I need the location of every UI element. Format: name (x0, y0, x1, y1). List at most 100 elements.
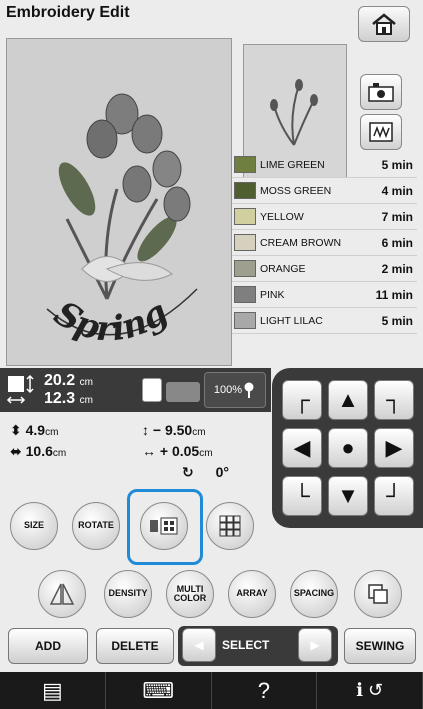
design-height-value: 12.3 (44, 390, 76, 407)
select-group: ◀ SELECT ▶ (178, 626, 338, 666)
spacing-button[interactable]: SPACING (290, 570, 338, 618)
color-name: LIGHT LILAC (260, 314, 323, 327)
pattern-width: ⬌ 10.6cm (10, 443, 66, 460)
color-row[interactable]: LIME GREEN 5 min (232, 152, 417, 178)
color-time: 11 min (375, 287, 413, 302)
add-button[interactable]: ADD (8, 628, 88, 664)
rotation-icon: ↻ (182, 464, 194, 480)
design-size-bar: 20.2 cm 12.3 cm 100% (0, 368, 271, 412)
move-up-left-button[interactable]: ┌ (282, 380, 322, 420)
camera-icon (368, 83, 394, 102)
color-row[interactable]: LIGHT LILAC 5 min (232, 308, 417, 334)
sewing-button[interactable]: SEWING (344, 628, 416, 664)
density-button[interactable]: DENSITY (104, 570, 152, 618)
horizontal-offset-icon: ↔ (142, 443, 156, 459)
color-name: ORANGE (260, 262, 306, 275)
design-width: 20.2 cm (44, 372, 93, 390)
sewing-machine-icon: ⌨ (142, 677, 174, 703)
preview-text: Spring (47, 292, 175, 349)
select-previous-button[interactable]: ◀ (182, 628, 216, 662)
color-swatch (234, 208, 256, 225)
color-name: LIME GREEN (260, 158, 325, 171)
color-time: 6 min (381, 235, 413, 250)
position-info: ⬍ 4.9cm ⬌ 10.6cm ↕ − 9.50cm ↔ + 0.05cm ↻… (6, 412, 270, 496)
thread-color-list: LIME GREEN 5 min MOSS GREEN 4 min YELLOW… (232, 152, 417, 334)
color-row[interactable]: YELLOW 7 min (232, 204, 417, 230)
embroidery-unit-button[interactable]: ⌨ (106, 672, 212, 709)
footer-bar: ▤ ⌨ ? ℹ ↺ (0, 672, 423, 709)
move-pad: ┌ ▲ ┐ ◀ ● ▶ └ ▼ ┘ (272, 368, 423, 528)
unit-label: cm (52, 448, 67, 459)
color-row[interactable]: PINK 11 min (232, 282, 417, 308)
select-label: SELECT (222, 638, 270, 652)
move-down-left-button[interactable]: └ (282, 476, 322, 516)
move-center-button[interactable]: ● (328, 428, 368, 468)
unit-label: cm (79, 395, 93, 406)
settings-button[interactable]: ▤ (0, 672, 106, 709)
color-row[interactable]: MOSS GREEN 4 min (232, 178, 417, 204)
duplicate-icon (368, 584, 388, 604)
unit-label: cm (199, 448, 213, 459)
rotate-button-label: ROTATE (78, 520, 114, 531)
color-name: CREAM BROWN (260, 236, 342, 249)
vertical-size-icon: ⬍ (10, 422, 22, 438)
border-button[interactable] (206, 502, 254, 550)
color-name: MOSS GREEN (260, 184, 332, 197)
color-time: 5 min (381, 313, 413, 328)
delete-button-label: DELETE (111, 639, 159, 653)
info-button[interactable]: ℹ ↺ (317, 672, 423, 709)
horizontal-offset-value: + 0.05 (159, 443, 200, 459)
camera-button[interactable] (360, 74, 402, 110)
info-icon: ℹ ↺ (356, 680, 384, 700)
color-time: 4 min (381, 183, 413, 198)
horizontal-size-icon: ⬌ (10, 443, 22, 459)
color-swatch (234, 260, 256, 277)
design-width-value: 20.2 (44, 372, 76, 389)
delete-button[interactable]: DELETE (96, 628, 174, 664)
embroidery-canvas[interactable]: Spring (6, 38, 232, 366)
move-up-right-button[interactable]: ┐ (374, 380, 414, 420)
size-icon (6, 374, 34, 404)
duplicate-button[interactable] (354, 570, 402, 618)
color-name: PINK (260, 288, 285, 301)
grid-icon (219, 515, 241, 537)
document-icon: ▤ (41, 677, 63, 703)
unit-label: cm (79, 377, 93, 388)
color-row[interactable]: ORANGE 2 min (232, 256, 417, 282)
move-down-right-button[interactable]: ┘ (374, 476, 414, 516)
color-time: 2 min (381, 261, 413, 276)
zoom-button[interactable]: 100% (204, 372, 266, 408)
move-down-button[interactable]: ▼ (328, 476, 368, 516)
unit-label: cm (192, 427, 206, 438)
move-right-button[interactable]: ▶ (374, 428, 414, 468)
horizontal-offset: ↔ + 0.05cm (142, 443, 213, 459)
density-button-label: DENSITY (108, 588, 148, 599)
array-button[interactable]: ARRAY (228, 570, 276, 618)
multi-color-button-label: MULTI COLOR (173, 583, 207, 603)
rotate-button[interactable]: ROTATE (72, 502, 120, 550)
pattern-height-value: 4.9 (25, 422, 46, 438)
size-button[interactable]: SIZE (10, 502, 58, 550)
move-up-button[interactable]: ▲ (328, 380, 368, 420)
zoom-label: 100% (213, 384, 243, 396)
home-icon (372, 13, 396, 35)
multi-color-button[interactable]: MULTI COLOR (166, 570, 214, 618)
home-button[interactable] (358, 6, 410, 42)
vertical-offset: ↕ − 9.50cm (142, 422, 206, 438)
rotation-angle: ↻ 0° (182, 464, 229, 481)
selection-highlight (127, 489, 203, 565)
vertical-offset-value: − 9.50 (152, 422, 193, 438)
move-left-button[interactable]: ◀ (282, 428, 322, 468)
color-swatch (234, 286, 256, 303)
help-button[interactable]: ? (212, 672, 318, 709)
color-row[interactable]: CREAM BROWN 6 min (232, 230, 417, 256)
color-time: 7 min (381, 209, 413, 224)
size-button-label: SIZE (23, 520, 44, 531)
select-next-button[interactable]: ▶ (298, 628, 332, 662)
array-button-label: ARRAY (236, 588, 268, 599)
mirror-button[interactable] (38, 570, 86, 618)
pattern-width-value: 10.6 (25, 443, 53, 459)
stitch-view-button[interactable] (360, 114, 402, 150)
vertical-offset-icon: ↕ (142, 422, 149, 438)
magnifier-icon (244, 382, 254, 398)
